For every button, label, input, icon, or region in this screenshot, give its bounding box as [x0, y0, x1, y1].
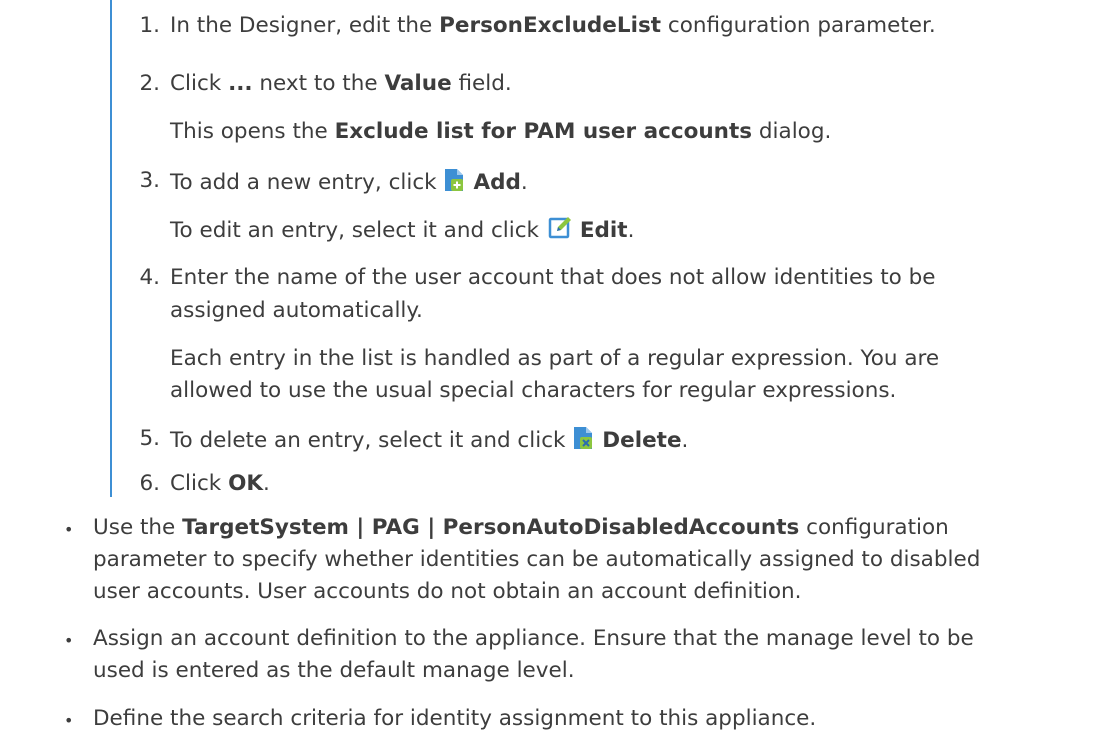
step-number: 2.: [139, 71, 160, 96]
bullet-1-line-1: Use the TargetSystem | PAG | PersonAutoD…: [93, 515, 949, 540]
step-text: To delete an entry, select it and click …: [170, 426, 688, 456]
step-text: In the Designer, edit the PersonExcludeL…: [170, 13, 936, 38]
bullet-3-line-1: Define the search criteria for identity …: [93, 706, 817, 731]
edit-icon: [548, 216, 572, 246]
dialog-name: Exclude list for PAM user accounts: [334, 119, 753, 144]
bullet-2-line-2: used is entered as the default manage le…: [93, 658, 575, 683]
ok-label: OK: [228, 471, 264, 496]
step-2-note: This opens the Exclude list for PAM user…: [170, 119, 832, 144]
bullet-marker: •: [64, 520, 74, 539]
config-parameter-path: TargetSystem | PAG | PersonAutoDisabledA…: [182, 515, 800, 540]
ellipsis-button-label: ...: [228, 71, 253, 96]
step-4-note-line-2: allowed to use the usual special charact…: [170, 378, 897, 403]
step-4-note-line-1: Each entry in the list is handled as par…: [170, 346, 940, 371]
step-number: 1.: [139, 13, 160, 38]
delete-label: Delete: [602, 428, 682, 453]
delete-document-icon: [572, 426, 594, 456]
step-number: 3.: [139, 168, 160, 193]
bullet-marker: •: [64, 631, 74, 650]
param-name: PersonExcludeList: [439, 13, 662, 38]
step-text: To add a new entry, click Add.: [170, 168, 528, 198]
bullet-marker: •: [64, 711, 74, 730]
value-field-label: Value: [384, 71, 452, 96]
step-text: Click OK.: [170, 471, 270, 496]
add-label: Add: [473, 170, 521, 195]
add-document-icon: [443, 168, 465, 198]
step-group-left-border: [110, 0, 112, 497]
step-text: Enter the name of the user account that …: [170, 265, 936, 290]
edit-label: Edit: [579, 218, 628, 243]
step-number: 6.: [139, 471, 160, 496]
bullet-2-line-1: Assign an account definition to the appl…: [93, 626, 974, 651]
step-number: 5.: [139, 426, 160, 451]
step-3-note: To edit an entry, select it and click Ed…: [170, 216, 634, 246]
step-text: Click ... next to the Value field.: [170, 71, 512, 96]
step-number: 4.: [139, 265, 160, 290]
bullet-1-line-2: parameter to specify whether identities …: [93, 547, 981, 572]
bullet-1-line-3: user accounts. User accounts do not obta…: [93, 579, 802, 604]
step-4-line-2: assigned automatically.: [170, 298, 423, 323]
